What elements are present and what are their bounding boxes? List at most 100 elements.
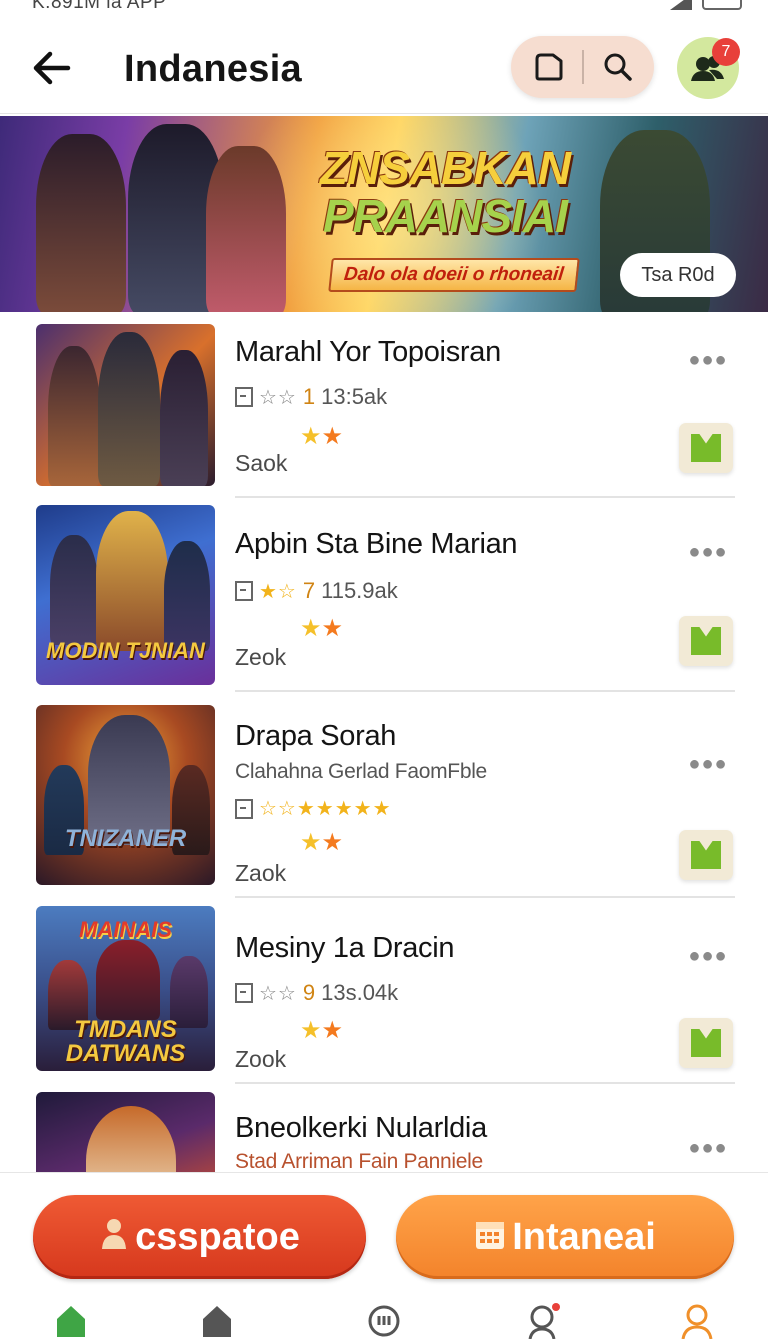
tab-profile[interactable] — [677, 1299, 717, 1340]
list-item[interactable]: Bneolkerki Nularldia Stad Arriman Fain P… — [0, 1092, 768, 1174]
more-icon[interactable]: ●●● — [688, 754, 728, 774]
tab-notifications[interactable] — [524, 1299, 564, 1340]
tab-icon — [535, 53, 563, 81]
banner-cta-button[interactable]: Tsa R0d — [620, 253, 736, 297]
tab-bar — [0, 1293, 768, 1344]
game-thumbnail: MODIN TJNIAN — [36, 505, 215, 685]
tab-games[interactable] — [197, 1299, 237, 1339]
person-icon — [99, 1197, 129, 1281]
list-item[interactable]: MODIN TJNIAN Apbin Sta Bine Marian ★☆ 7 … — [0, 502, 768, 702]
banner-subtitle: Dalo ola doeii o rhoneail — [328, 258, 580, 292]
primary-action-label: csspatoe — [135, 1216, 300, 1258]
doc-icon — [235, 387, 253, 407]
game-list: Marahl Yor Topoisran ☆☆ 1 13:5ak ★★ Saok… — [0, 312, 768, 1174]
game-title: Bneolkerki Nularldia — [235, 1112, 487, 1144]
home-icon — [57, 1306, 85, 1337]
page-title: Indanesia — [124, 48, 302, 90]
tabs-button[interactable] — [529, 47, 569, 87]
rating-stars: ☆☆★★★★★ — [259, 798, 392, 820]
search-button[interactable] — [598, 47, 638, 87]
game-title: Mesiny 1a Dracin — [235, 932, 455, 964]
person-icon — [681, 1304, 713, 1340]
download-button[interactable] — [679, 616, 733, 666]
thumbnail-subtitle: MAINAIS — [79, 917, 172, 942]
rating-star-pair: ★★ — [300, 615, 344, 642]
game-tag: Zaok — [235, 860, 287, 886]
status-text: K:891M la APP — [32, 0, 167, 13]
divider — [235, 690, 735, 692]
divider — [235, 496, 735, 498]
calendar-icon — [474, 1197, 506, 1281]
status-bar: K:891M la APP — [0, 0, 768, 16]
chat-icon — [368, 1305, 400, 1337]
divider — [235, 1082, 735, 1084]
banner-title: ZNSABKAN PRAANSIAI — [300, 144, 590, 240]
thumbnail-title: TNIZANER — [64, 825, 187, 852]
doc-icon — [235, 798, 253, 819]
game-meta: ☆☆★★★★★ — [235, 796, 392, 821]
game-subtitle: Clahahna Gerlad FaomFble — [235, 760, 487, 783]
download-button[interactable] — [679, 1018, 733, 1068]
doc-icon — [235, 581, 253, 601]
rating-star-pair: ★★ — [300, 829, 344, 856]
rating-stars: ★☆ — [259, 580, 297, 603]
game-title: Marahl Yor Topoisran — [235, 336, 501, 368]
battery-icon — [702, 0, 742, 10]
game-tag: Zook — [235, 1046, 287, 1072]
tab-home[interactable] — [51, 1299, 91, 1339]
arrow-left-icon — [33, 51, 71, 85]
list-item[interactable]: MAINAIS TMDANS DATWANS Mesiny 1a Dracin … — [0, 902, 768, 1092]
game-thumbnail: TNIZANER — [36, 705, 215, 885]
game-meta: ☆☆ 9 13s.04k — [235, 980, 398, 1006]
list-item[interactable]: TNIZANER Drapa Sorah Clahahna Gerlad Fao… — [0, 702, 768, 902]
back-button[interactable] — [28, 46, 76, 90]
game-rank: 9 — [302, 980, 316, 1005]
doc-icon — [235, 983, 253, 1003]
banner-title-line2: PRAANSIAI — [322, 190, 568, 242]
game-tag: Zeok — [235, 644, 287, 670]
game-rank: 7 — [302, 578, 316, 603]
signal-icon — [670, 0, 692, 10]
game-thumbnail: MAINAIS TMDANS DATWANS — [36, 906, 215, 1071]
rating-stars: ☆☆ — [259, 982, 297, 1005]
pill-divider — [582, 50, 584, 84]
game-count: 115.9ak — [321, 578, 398, 603]
home-icon — [203, 1306, 231, 1337]
rating-star-pair: ★★ — [300, 423, 344, 450]
more-icon[interactable]: ●●● — [688, 946, 728, 966]
game-meta: ★☆ 7 115.9ak — [235, 578, 398, 604]
game-count: 13:5ak — [321, 384, 388, 409]
banner-hero-art — [206, 146, 286, 312]
app-header: Indanesia 7 — [0, 22, 768, 114]
game-rank: 1 — [302, 384, 316, 409]
primary-action-button[interactable]: csspatoe — [33, 1195, 366, 1279]
game-count: 13s.04k — [321, 980, 399, 1005]
more-icon[interactable]: ●●● — [688, 1138, 728, 1158]
divider — [235, 896, 735, 898]
thumbnail-title: TMDANS DATWANS — [65, 1016, 186, 1067]
game-title: Apbin Sta Bine Marian — [235, 528, 518, 560]
game-meta: ☆☆ 1 13:5ak — [235, 384, 387, 410]
download-button[interactable] — [679, 423, 733, 473]
banner-title-line1: ZNSABKAN — [319, 142, 571, 194]
search-icon — [604, 53, 632, 81]
download-button[interactable] — [679, 830, 733, 880]
download-icon — [691, 841, 721, 869]
header-action-pill — [511, 36, 654, 98]
more-icon[interactable]: ●●● — [688, 350, 728, 370]
promo-banner[interactable]: ZNSABKAN PRAANSIAI Dalo ola doeii o rhon… — [0, 116, 768, 312]
bottom-bar: csspatoe Intaneai — [0, 1172, 768, 1344]
rating-stars: ☆☆ — [259, 386, 297, 409]
game-title: Drapa Sorah — [235, 720, 397, 752]
secondary-action-button[interactable]: Intaneai — [396, 1195, 734, 1279]
game-subtitle: Stad Arriman Fain Panniele — [235, 1150, 483, 1173]
status-icons — [670, 0, 742, 10]
list-item[interactable]: Marahl Yor Topoisran ☆☆ 1 13:5ak ★★ Saok… — [0, 312, 768, 502]
tab-chat[interactable] — [364, 1299, 404, 1339]
download-icon — [691, 1029, 721, 1057]
rating-star-pair: ★★ — [300, 1017, 344, 1044]
more-icon[interactable]: ●●● — [688, 542, 728, 562]
secondary-action-label: Intaneai — [512, 1216, 656, 1258]
thumbnail-title: MODIN TJNIAN — [46, 638, 205, 663]
notification-badge: 7 — [712, 38, 740, 66]
